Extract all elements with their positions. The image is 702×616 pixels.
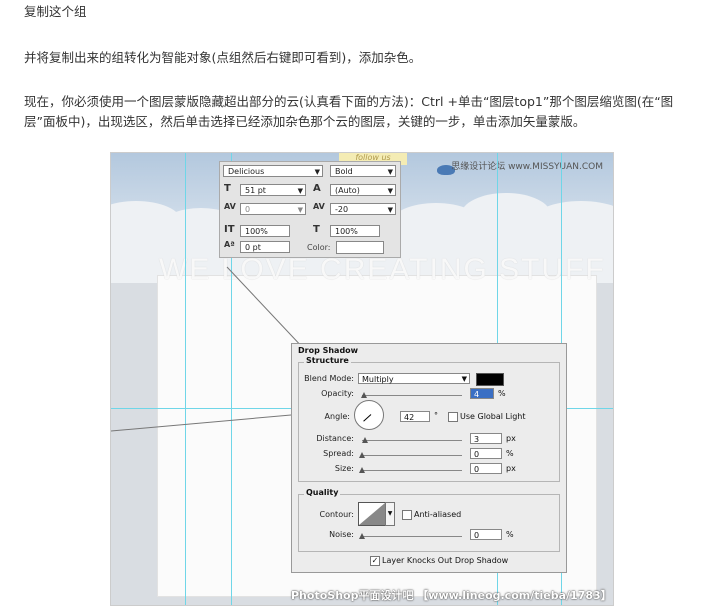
size-slider-track[interactable] xyxy=(362,470,462,471)
leading-value: (Auto) xyxy=(335,186,360,195)
step-title: 复制这个组 xyxy=(24,4,87,19)
chevron-down-icon: ▼ xyxy=(387,187,393,195)
size-value: 0 xyxy=(474,465,480,474)
size-label: Size: xyxy=(334,464,354,473)
blend-mode-select[interactable]: Multiply ▼ xyxy=(358,373,470,384)
opacity-value: 4 xyxy=(474,390,480,399)
vertical-scale-input[interactable]: 100% xyxy=(240,225,290,237)
layer-knocks-out-label: Layer Knocks Out Drop Shadow xyxy=(382,556,509,565)
noise-unit: % xyxy=(506,530,514,539)
kerning-value: 0 xyxy=(245,205,251,214)
character-panel: Delicious ▼ Bold ▼ T 51 pt ▼ A (Auto) ▼ AV 0… xyxy=(219,161,401,258)
size-input[interactable]: 0 xyxy=(470,463,502,474)
angle-needle xyxy=(363,414,372,422)
noise-slider-thumb[interactable] xyxy=(359,533,365,539)
distance-slider-thumb[interactable] xyxy=(362,437,368,443)
chevron-down-icon: ▼ xyxy=(387,206,393,214)
shadow-color-swatch[interactable] xyxy=(476,373,504,386)
noise-label: Noise: xyxy=(329,530,354,539)
spread-value: 0 xyxy=(474,450,480,459)
chevron-down-icon: ▼ xyxy=(461,375,467,383)
font-style-value: Bold xyxy=(335,167,353,176)
contour-picker[interactable] xyxy=(358,502,386,526)
contour-linear-icon xyxy=(359,503,385,525)
layer-knocks-out-checkbox[interactable]: ✓ xyxy=(370,556,380,566)
anti-aliased-label: Anti-aliased xyxy=(414,510,462,519)
footer-watermark: PhotoShop平面设计吧 【www.lineog.com/tieba/178… xyxy=(291,589,612,602)
opacity-label: Opacity: xyxy=(321,389,354,398)
tutorial-screenshot: follow us 思缘设计论坛 www.MISSYUAN.COM WE LOV… xyxy=(110,152,614,606)
opacity-input[interactable]: 4 xyxy=(470,388,494,399)
kerning-icon: AV xyxy=(224,202,236,211)
color-swatch[interactable] xyxy=(336,241,384,254)
vertical-scale-value: 100% xyxy=(245,227,268,236)
angle-value: 42 xyxy=(404,413,415,422)
angle-input[interactable]: 42 xyxy=(400,411,430,422)
spread-slider-thumb[interactable] xyxy=(359,452,365,458)
chevron-down-icon: ▼ xyxy=(314,168,320,176)
font-size-value: 51 pt xyxy=(245,186,266,195)
opacity-slider-track[interactable] xyxy=(362,395,462,396)
font-size-select[interactable]: 51 pt ▼ xyxy=(240,184,306,196)
noise-input[interactable]: 0 xyxy=(470,529,502,540)
leading-select[interactable]: (Auto) ▼ xyxy=(330,184,396,196)
contour-dropdown[interactable]: ▼ xyxy=(385,502,395,526)
tracking-select[interactable]: -20 ▼ xyxy=(330,203,396,215)
font-family-select[interactable]: Delicious ▼ xyxy=(223,165,323,177)
quality-group xyxy=(298,494,560,552)
noise-value: 0 xyxy=(474,531,480,540)
spread-label: Spread: xyxy=(323,449,354,458)
tracking-value: -20 xyxy=(335,205,349,214)
contour-label: Contour: xyxy=(319,510,355,519)
angle-dial[interactable] xyxy=(354,400,384,430)
color-label: Color: xyxy=(307,243,331,252)
chevron-down-icon: ▼ xyxy=(387,168,393,176)
distance-input[interactable]: 3 xyxy=(470,433,502,444)
use-global-light-label: Use Global Light xyxy=(460,412,526,421)
blend-mode-value: Multiply xyxy=(362,375,394,384)
structure-label: Structure xyxy=(304,356,351,365)
horizontal-scale-icon: T xyxy=(313,224,320,235)
opacity-unit: % xyxy=(498,389,506,398)
dialog-title: Drop Shadow xyxy=(298,346,359,355)
distance-value: 3 xyxy=(474,435,480,444)
baseline-shift-value: 0 pt xyxy=(245,243,261,252)
blend-mode-label: Blend Mode: xyxy=(304,374,354,383)
use-global-light-checkbox[interactable] xyxy=(448,412,458,422)
opacity-slider-thumb[interactable] xyxy=(361,392,367,398)
chevron-down-icon: ▼ xyxy=(297,187,303,195)
kerning-select[interactable]: 0 ▼ xyxy=(240,203,306,215)
baseline-shift-input[interactable]: 0 pt xyxy=(240,241,290,253)
spread-input[interactable]: 0 xyxy=(470,448,502,459)
noise-slider-track[interactable] xyxy=(362,536,462,537)
tracking-icon: AV xyxy=(313,202,325,211)
distance-unit: px xyxy=(506,434,516,443)
angle-label: Angle: xyxy=(324,412,350,421)
distance-label: Distance: xyxy=(316,434,354,443)
horizontal-scale-input[interactable]: 100% xyxy=(330,225,380,237)
font-style-select[interactable]: Bold ▼ xyxy=(330,165,396,177)
instruction-paragraph: 并将复制出来的组转化为智能对象(点组然后右键即可看到)，添加杂色。 xyxy=(24,50,422,65)
anti-aliased-checkbox[interactable] xyxy=(402,510,412,520)
size-slider-thumb[interactable] xyxy=(359,467,365,473)
size-unit: px xyxy=(506,464,516,473)
vertical-scale-icon: IT xyxy=(224,224,235,235)
font-size-icon: T xyxy=(224,183,231,194)
angle-unit: ° xyxy=(434,411,438,420)
spread-slider-track[interactable] xyxy=(362,455,462,456)
drop-shadow-dialog: Drop Shadow Structure Blend Mode: Multip… xyxy=(291,343,567,573)
quality-label: Quality xyxy=(304,488,341,497)
spread-unit: % xyxy=(506,449,514,458)
chevron-down-icon: ▼ xyxy=(297,206,303,214)
instruction-paragraph: 现在，你必须使用一个图层蒙版隐藏超出部分的云(认真看下面的方法)：Ctrl +单… xyxy=(24,94,674,129)
horizontal-scale-value: 100% xyxy=(335,227,358,236)
font-family-value: Delicious xyxy=(228,167,265,176)
leading-icon: A xyxy=(313,183,321,194)
distance-slider-track[interactable] xyxy=(362,440,462,441)
baseline-shift-icon: Aª xyxy=(224,240,235,249)
